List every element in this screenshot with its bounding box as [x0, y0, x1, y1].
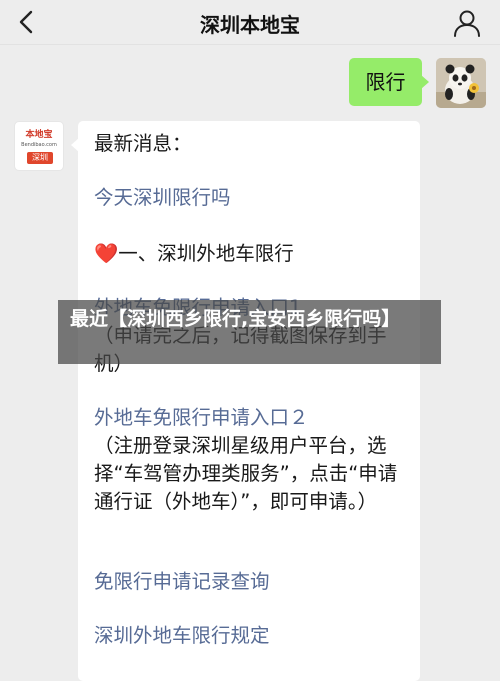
panda-avatar-image [436, 58, 486, 108]
heart-icon: ❤️ [94, 242, 119, 265]
link-application-records[interactable]: 免限行申请记录查询 [94, 568, 410, 596]
logo-city: 深圳 [27, 152, 53, 164]
headline-banner: 最近【深圳西乡限行,宝安西乡限行吗】 [58, 300, 441, 364]
link-apply-entry-2[interactable]: 外地车免限行申请入口２ [94, 404, 410, 432]
person-icon [454, 10, 480, 37]
section-title: ❤️一、深圳外地车限行 [94, 240, 410, 268]
profile-button[interactable] [452, 8, 482, 38]
logo-url: Bendibao.com [21, 142, 57, 148]
user-avatar[interactable] [436, 58, 486, 108]
outgoing-message-bubble[interactable]: 限行 [349, 58, 429, 106]
top-bar: 深圳本地宝 [0, 0, 500, 45]
section-title-text: 一、深圳外地车限行 [118, 242, 294, 265]
message-heading: 最新消息： [94, 132, 192, 155]
headline-text: 最近【深圳西乡限行,宝安西乡限行吗】 [70, 308, 401, 330]
logo-name: 本地宝 [25, 130, 53, 140]
incoming-message-bubble: 最新消息： 今天深圳限行吗 ❤️一、深圳外地车限行 外地车免限行申请入口1 （申… [71, 121, 420, 681]
link-restriction-rules[interactable]: 深圳外地车限行规定 [94, 622, 410, 650]
link-today-restriction[interactable]: 今天深圳限行吗 [94, 184, 410, 212]
chat-title: 深圳本地宝 [200, 13, 300, 37]
apply-entry-2-note: （注册登录深圳星级用户平台，选择“车驾管办理类服务”，点击“申请通行证（外地车）… [94, 434, 398, 513]
account-avatar[interactable]: 本地宝 Bendibao.com 深圳 [14, 121, 64, 171]
